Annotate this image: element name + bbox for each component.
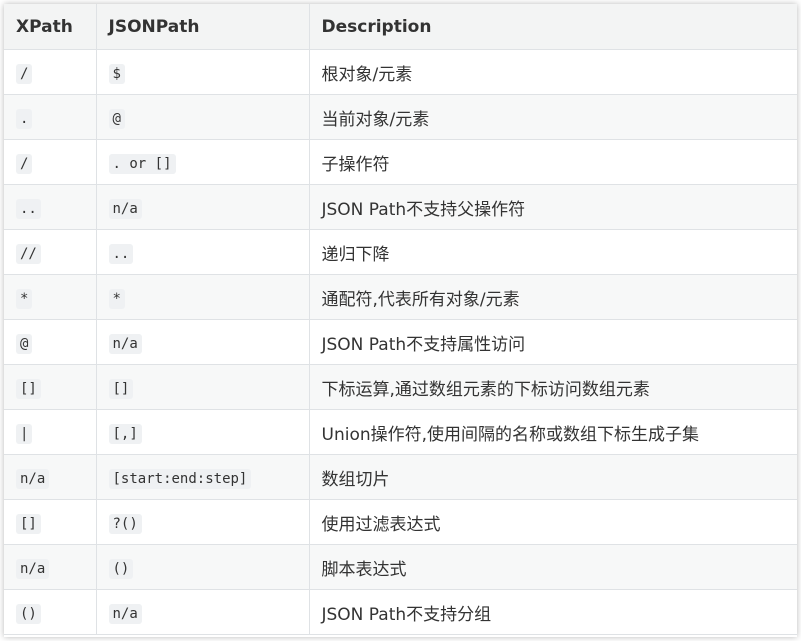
xpath-cell: .. xyxy=(4,184,97,230)
jsonpath-cell: () xyxy=(96,544,310,590)
description-cell: 通配符,代表所有对象/元素 xyxy=(309,274,797,320)
description-text: 递归下降 xyxy=(321,244,390,265)
description-cell: 当前对象/元素 xyxy=(309,94,797,140)
table-row: n/a () 脚本表达式 xyxy=(4,544,797,590)
jsonpath-cell: [start:end:step] xyxy=(96,454,310,500)
table-row: . @ 当前对象/元素 xyxy=(4,94,797,140)
table-row: [] ?() 使用过滤表达式 xyxy=(4,499,797,545)
jsonpath-code: n/a xyxy=(108,198,142,219)
xpath-jsonpath-table: XPath JSONPath Description / $ 根对象/元素. @ 当前对… xyxy=(4,4,797,635)
description-cell: 子操作符 xyxy=(309,139,797,185)
jsonpath-code: @ xyxy=(108,108,125,129)
xpath-cell: // xyxy=(4,229,97,275)
jsonpath-cell: * xyxy=(96,274,310,320)
description-text: 数组切片 xyxy=(321,469,390,490)
jsonpath-cell: [] xyxy=(96,364,310,410)
xpath-code: n/a xyxy=(16,468,50,489)
header-xpath: XPath xyxy=(4,4,97,50)
description-text: 下标运算,通过数组元素的下标访问数组元素 xyxy=(321,379,650,400)
jsonpath-code: [] xyxy=(108,378,134,399)
xpath-code: . xyxy=(16,108,33,129)
description-text: JSON Path不支持父操作符 xyxy=(321,199,526,220)
jsonpath-code: n/a xyxy=(108,603,142,624)
table-row: [] [] 下标运算,通过数组元素的下标访问数组元素 xyxy=(4,364,797,410)
xpath-code: [] xyxy=(16,513,41,534)
description-text: JSON Path不支持属性访问 xyxy=(321,334,526,355)
description-cell: JSON Path不支持分组 xyxy=(309,589,797,635)
description-text: 使用过滤表达式 xyxy=(321,514,441,535)
comparison-table-container: XPath JSONPath Description / $ 根对象/元素. @ 当前对… xyxy=(4,4,797,637)
jsonpath-code: .. xyxy=(108,243,134,264)
description-cell: 脚本表达式 xyxy=(309,544,797,590)
table-row: @ n/a JSON Path不支持属性访问 xyxy=(4,319,797,365)
jsonpath-cell: $ xyxy=(96,49,310,95)
table-header: XPath JSONPath Description xyxy=(4,4,797,50)
xpath-code: / xyxy=(16,63,33,84)
xpath-cell: / xyxy=(4,49,97,95)
table-row: / . or [] 子操作符 xyxy=(4,139,797,185)
xpath-code: @ xyxy=(16,333,33,354)
description-cell: 下标运算,通过数组元素的下标访问数组元素 xyxy=(309,364,797,410)
table-body: / $ 根对象/元素. @ 当前对象/元素 / . or [] 子操作符.. n/a JSON P… xyxy=(4,49,797,635)
xpath-cell: () xyxy=(4,589,97,635)
xpath-cell: n/a xyxy=(4,454,97,500)
description-text: 子操作符 xyxy=(321,154,390,175)
jsonpath-code: n/a xyxy=(108,333,142,354)
xpath-code: * xyxy=(16,288,33,309)
jsonpath-cell: [,] xyxy=(96,409,310,455)
table-row: //.. 递归下降 xyxy=(4,229,797,275)
table-row: / $ 根对象/元素 xyxy=(4,49,797,95)
header-jsonpath: JSONPath xyxy=(96,4,310,50)
jsonpath-cell: n/a xyxy=(96,184,310,230)
description-text: 根对象/元素 xyxy=(321,64,413,85)
description-cell: 递归下降 xyxy=(309,229,797,275)
table-row: * * 通配符,代表所有对象/元素 xyxy=(4,274,797,320)
description-cell: JSON Path不支持属性访问 xyxy=(309,319,797,365)
jsonpath-code: [,] xyxy=(108,423,142,444)
table-row: | [,] Union操作符,使用间隔的名称或数组下标生成子集 xyxy=(4,409,797,455)
xpath-cell: . xyxy=(4,94,97,140)
jsonpath-code: () xyxy=(108,558,134,579)
jsonpath-cell: . or [] xyxy=(96,139,310,185)
header-row: XPath JSONPath Description xyxy=(4,4,797,50)
description-text: 当前对象/元素 xyxy=(321,109,430,130)
xpath-cell: / xyxy=(4,139,97,185)
table-row: () n/a JSON Path不支持分组 xyxy=(4,589,797,635)
description-cell: 数组切片 xyxy=(309,454,797,500)
jsonpath-code: [start:end:step] xyxy=(108,468,252,489)
xpath-code: () xyxy=(16,603,41,624)
jsonpath-cell: ?() xyxy=(96,499,310,545)
xpath-code: [] xyxy=(16,378,41,399)
xpath-cell: @ xyxy=(4,319,97,365)
description-text: JSON Path不支持分组 xyxy=(321,604,492,625)
description-cell: 使用过滤表达式 xyxy=(309,499,797,545)
xpath-cell: * xyxy=(4,274,97,320)
description-cell: 根对象/元素 xyxy=(309,49,797,95)
xpath-cell: [] xyxy=(4,499,97,545)
xpath-cell: | xyxy=(4,409,97,455)
jsonpath-cell: n/a xyxy=(96,589,310,635)
table-row: .. n/a JSON Path不支持父操作符 xyxy=(4,184,797,230)
jsonpath-code: ?() xyxy=(108,513,142,534)
xpath-cell: [] xyxy=(4,364,97,410)
jsonpath-cell: n/a xyxy=(96,319,310,365)
table-row: n/a [start:end:step] 数组切片 xyxy=(4,454,797,500)
jsonpath-code: $ xyxy=(108,63,125,84)
jsonpath-code: * xyxy=(108,288,125,309)
description-cell: JSON Path不支持父操作符 xyxy=(309,184,797,230)
jsonpath-cell: @ xyxy=(96,94,310,140)
description-text: 通配符,代表所有对象/元素 xyxy=(321,289,520,310)
xpath-code: / xyxy=(16,153,33,174)
xpath-cell: n/a xyxy=(4,544,97,590)
description-text: 脚本表达式 xyxy=(321,559,407,580)
xpath-code: | xyxy=(16,423,33,444)
jsonpath-code: . or [] xyxy=(108,153,176,174)
jsonpath-cell: .. xyxy=(96,229,310,275)
header-description: Description xyxy=(309,4,797,50)
xpath-code: // xyxy=(16,243,41,264)
description-text: Union操作符,使用间隔的名称或数组下标生成子集 xyxy=(321,424,700,445)
xpath-code: n/a xyxy=(16,558,50,579)
description-cell: Union操作符,使用间隔的名称或数组下标生成子集 xyxy=(309,409,797,455)
xpath-code: .. xyxy=(16,198,41,219)
